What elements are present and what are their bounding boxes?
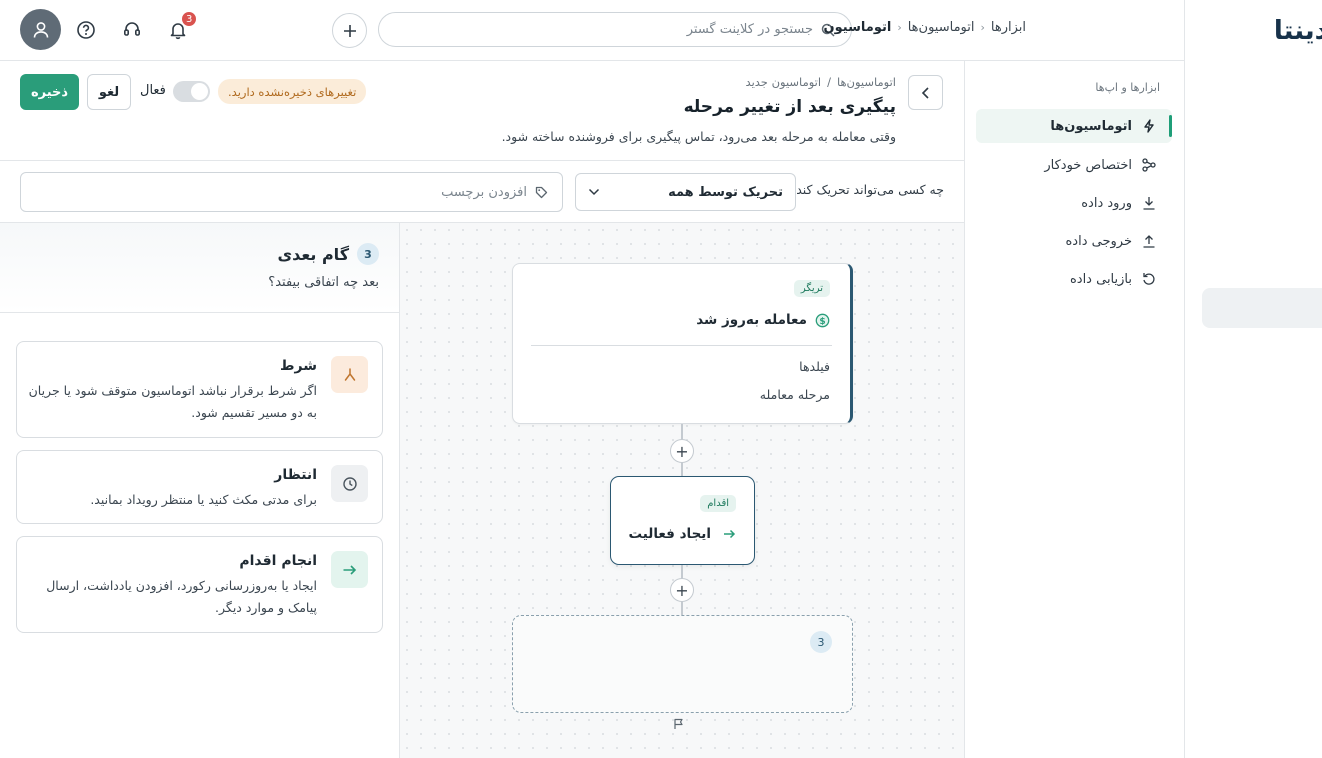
trigger-chip: تریگر	[793, 280, 830, 297]
headset-icon	[123, 22, 141, 36]
share-nodes-icon	[1142, 158, 1156, 172]
clock-icon	[331, 465, 368, 502]
page-title[interactable]: پیگیری بعد از تغییر مرحله	[684, 97, 896, 117]
breadcrumb-new-automation: اتوماسیون جدید	[745, 75, 822, 89]
action-title-text: ایجاد فعالیت	[628, 526, 711, 542]
unsaved-changes-badge: تغییرهای ذخیره‌نشده دارید.	[218, 79, 367, 104]
user-icon	[33, 21, 48, 38]
option-title: شرط	[279, 358, 317, 374]
panel-title: 3 گام بعدی	[277, 243, 379, 265]
download-icon	[1142, 196, 1156, 210]
breadcrumb-current: اتوماسیون	[823, 20, 892, 35]
breadcrumb-tools[interactable]: ابزارها	[991, 20, 1026, 35]
brand-logo[interactable]: دینتا	[1274, 16, 1322, 46]
trigger-who-label: چه کسی می‌تواند تحریک کند	[796, 182, 944, 197]
breadcrumb-separator-icon: ‹	[980, 21, 985, 34]
option-title: انجام اقدام	[239, 553, 317, 569]
sidebar-item-label: اختصاص خودکار	[1044, 157, 1132, 173]
upload-icon	[1142, 234, 1156, 248]
sidebar-item-auto-assign[interactable]: اختصاص خودکار	[976, 148, 1172, 182]
collapsed-nav-item[interactable]	[1202, 288, 1322, 328]
trigger-field-label: فیلدها	[799, 359, 830, 374]
sidebar-item-automations[interactable]: اتوماسیون‌ها	[976, 109, 1172, 143]
top-header: 3 جستجو در کلاینت گستر ابزارها ‹ اتوماسی…	[0, 0, 1184, 61]
sidebar-item-label: اتوماسیون‌ها	[1050, 118, 1132, 134]
flag-icon	[673, 718, 684, 734]
option-wait[interactable]: انتظار برای مدتی مکث کنید یا منتظر رویدا…	[16, 450, 383, 524]
svg-text:$: $	[819, 316, 825, 326]
panel-header: 3 گام بعدی بعد چه اتفاقی بیفتد؟	[0, 223, 399, 313]
action-chip: اقدام	[700, 495, 736, 512]
trigger-node[interactable]: تریگر $ معامله به‌روز شد فیلدها مرحله مع…	[512, 263, 853, 424]
active-toggle-label: فعال	[140, 83, 166, 98]
next-step-panel: 3 گام بعدی بعد چه اتفاقی بیفتد؟ شرط اگر …	[0, 223, 399, 758]
trigger-settings-row: چه کسی می‌تواند تحریک کند تحریک توسط همه…	[0, 161, 964, 223]
split-icon	[331, 356, 368, 393]
search-placeholder: جستجو در کلاینت گستر	[686, 22, 813, 37]
top-breadcrumb: ابزارها ‹ اتوماسیون‌ها ‹ اتوماسیون	[824, 20, 1026, 35]
help-icon	[77, 21, 95, 39]
sidebar-item-label: بازیابی داده	[1069, 271, 1132, 287]
chevron-left-icon	[921, 86, 929, 99]
trigger-who-select[interactable]: تحریک توسط همه	[575, 173, 796, 211]
add-step-button[interactable]: +	[670, 578, 694, 602]
add-tag-placeholder: افزودن برچسب	[441, 184, 527, 200]
action-title: ایجاد فعالیت	[628, 526, 736, 542]
tools-sidebar: ابزارها و اپ‌ها اتوماسیون‌ها اختصاص خودک…	[964, 61, 1184, 758]
sidebar-item-restore[interactable]: بازیابی داده	[976, 262, 1172, 296]
search-input[interactable]: جستجو در کلاینت گستر	[378, 12, 852, 47]
next-step-placeholder[interactable]: 3	[512, 615, 853, 713]
sidebar-item-import[interactable]: ورود داده	[976, 186, 1172, 220]
cancel-button[interactable]: لغو	[87, 74, 131, 110]
active-toggle[interactable]	[173, 81, 210, 102]
restore-icon	[1142, 272, 1156, 286]
arrow-right-icon	[724, 529, 736, 539]
back-button[interactable]	[908, 75, 943, 110]
support-button[interactable]	[119, 17, 145, 43]
breadcrumb-automations[interactable]: اتوماسیون‌ها	[908, 20, 975, 35]
page-description[interactable]: وقتی معامله به مرحله بعد می‌رود، تماس پی…	[502, 129, 896, 144]
bolt-icon	[1142, 119, 1156, 133]
chevron-down-icon	[588, 188, 600, 196]
sidebar-item-label: خروجی داده	[1065, 233, 1133, 249]
page-breadcrumb: اتوماسیون‌ها / اتوماسیون جدید	[746, 75, 896, 89]
workflow-canvas[interactable]: تریگر $ معامله به‌روز شد فیلدها مرحله مع…	[399, 223, 964, 758]
sidebar-item-label: ورود داده	[1081, 195, 1132, 211]
brand-column: دینتا	[1184, 0, 1322, 758]
sidebar-item-export[interactable]: خروجی داده	[976, 224, 1172, 258]
add-tag-input[interactable]: افزودن برچسب	[20, 172, 563, 212]
page-header: اتوماسیون‌ها / اتوماسیون جدید پیگیری بعد…	[0, 61, 964, 161]
add-step-button[interactable]: +	[670, 439, 694, 463]
trigger-title-text: معامله به‌روز شد	[696, 312, 807, 328]
user-avatar[interactable]	[20, 9, 61, 50]
tag-icon	[535, 186, 548, 198]
breadcrumb-separator: /	[827, 75, 831, 89]
option-description: برای مدتی مکث کنید یا منتظر رویداد بمانی…	[90, 492, 317, 507]
notification-count-badge: 3	[181, 11, 198, 27]
panel-step-badge: 3	[357, 243, 379, 265]
sidebar-title: ابزارها و اپ‌ها	[1095, 81, 1160, 94]
trigger-field-value: مرحله معامله	[759, 387, 830, 402]
panel-subtitle: بعد چه اتفاقی بیفتد؟	[268, 275, 379, 290]
option-description: اگر شرط برقرار نباشد اتوماسیون متوقف شود…	[28, 383, 317, 420]
option-condition[interactable]: شرط اگر شرط برقرار نباشد اتوماسیون متوقف…	[16, 341, 383, 438]
breadcrumb-automations-link[interactable]: اتوماسیون‌ها	[837, 75, 896, 89]
option-description: ایجاد یا به‌روزرسانی رکورد، افزودن یاددا…	[46, 578, 317, 615]
help-button[interactable]	[73, 17, 99, 43]
option-do-action[interactable]: انجام اقدام ایجاد یا به‌روزرسانی رکورد، …	[16, 536, 383, 633]
arrow-right-icon	[331, 551, 368, 588]
save-button[interactable]: ذخیره	[20, 74, 79, 110]
step-number-badge: 3	[810, 631, 832, 653]
quick-add-button[interactable]	[332, 13, 367, 48]
trigger-who-value: تحریک توسط همه	[668, 184, 783, 200]
divider	[531, 345, 832, 346]
dollar-circle-icon: $	[815, 313, 830, 327]
trigger-title: $ معامله به‌روز شد	[696, 312, 830, 328]
plus-icon	[343, 24, 356, 37]
breadcrumb-separator-icon: ‹	[897, 21, 902, 34]
action-node[interactable]: اقدام ایجاد فعالیت	[610, 476, 755, 565]
panel-title-text: گام بعدی	[277, 244, 349, 264]
option-title: انتظار	[274, 467, 317, 483]
